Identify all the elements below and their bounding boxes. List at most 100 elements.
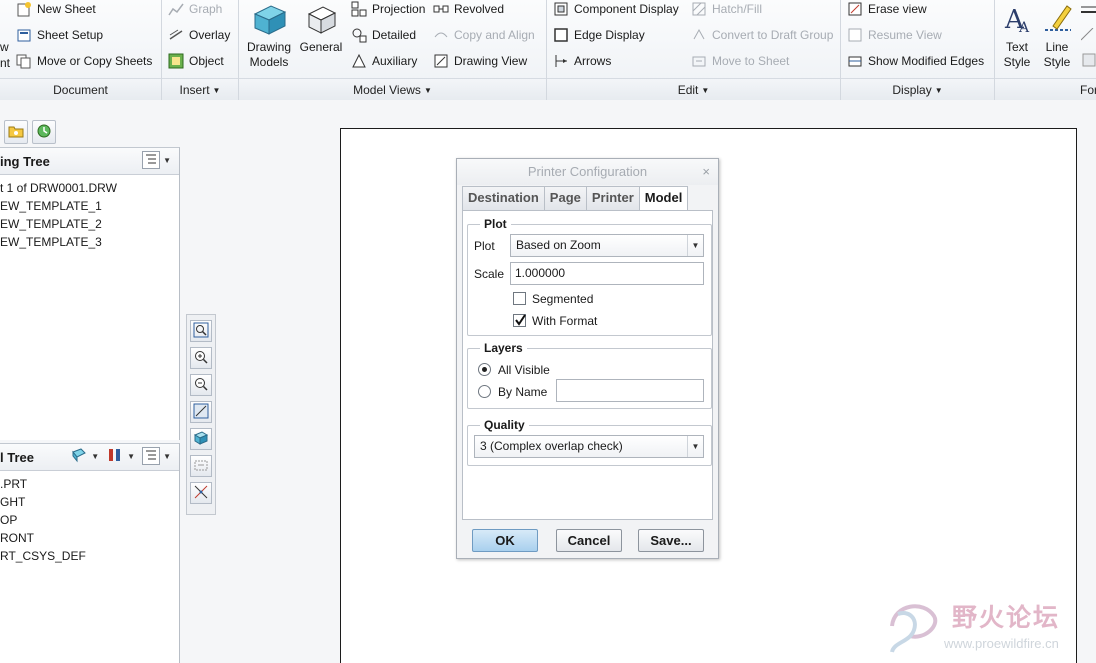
line-weight-icon[interactable]: [1081, 4, 1096, 20]
projection-button[interactable]: Projection: [351, 0, 425, 20]
repaint-button[interactable]: [190, 401, 212, 423]
new-sheet-button[interactable]: New Sheet: [16, 0, 96, 20]
tree-item[interactable]: OP: [0, 511, 179, 529]
component-display-button[interactable]: Component Display: [553, 0, 679, 20]
show-layers-icon: [71, 447, 87, 466]
ribbon-group-label-document[interactable]: Document: [0, 78, 161, 100]
ribbon-group-label-insert[interactable]: Insert ▼: [162, 78, 238, 100]
line-style-button[interactable]: Line Style: [1035, 2, 1079, 70]
annotation-display-button[interactable]: [190, 455, 212, 477]
move-copy-sheets-button[interactable]: Move or Copy Sheets: [16, 50, 152, 72]
auxiliary-button[interactable]: Auxiliary: [351, 50, 417, 72]
hatch-fill-button[interactable]: Hatch/Fill: [691, 0, 762, 20]
tab-destination[interactable]: Destination: [462, 186, 545, 210]
tree-item[interactable]: RT_CSYS_DEF: [0, 547, 179, 565]
overlay-button[interactable]: Overlay: [168, 24, 230, 46]
lower-tree-settings-button[interactable]: [142, 447, 161, 465]
text-style-button[interactable]: AA Text Style: [995, 2, 1039, 70]
quality-select[interactable]: 3 (Complex overlap check) ▼: [474, 435, 704, 458]
datum-display-button[interactable]: [190, 482, 212, 504]
tab-printer[interactable]: Printer: [585, 186, 640, 210]
general-view-label: General: [299, 40, 343, 54]
display-style-button[interactable]: [190, 428, 212, 450]
refit-button[interactable]: [190, 320, 212, 342]
close-icon[interactable]: ×: [702, 159, 710, 185]
folder-browser-button[interactable]: [4, 120, 28, 144]
zoom-in-button[interactable]: [190, 347, 212, 369]
object-button[interactable]: Object: [168, 50, 224, 72]
zoom-out-button[interactable]: [190, 374, 212, 396]
scale-input-value: 1.000000: [515, 266, 566, 280]
ok-button[interactable]: OK: [472, 529, 538, 552]
with-format-checkbox[interactable]: [513, 314, 526, 327]
tree-item[interactable]: t 1 of DRW0001.DRW: [0, 179, 179, 197]
cancel-button[interactable]: Cancel: [556, 529, 622, 552]
segmented-checkbox[interactable]: [513, 292, 526, 305]
tree-item[interactable]: EW_TEMPLATE_1: [0, 197, 179, 215]
segmented-label: Segmented: [532, 292, 594, 306]
tree-settings-dropdown-icon[interactable]: ▼: [163, 156, 171, 165]
overlay-icon: [168, 27, 184, 43]
by-name-radio[interactable]: [478, 385, 491, 398]
model-views-group-label: Model Views: [353, 83, 421, 97]
show-modified-edges-button[interactable]: Show Modified Edges: [847, 50, 984, 72]
line-pattern-icon[interactable]: [1081, 28, 1096, 44]
by-name-input[interactable]: [556, 379, 704, 402]
format-misc-icon[interactable]: [1081, 52, 1096, 68]
auxiliary-label: Auxiliary: [372, 54, 418, 68]
auxiliary-icon: [351, 53, 367, 69]
general-view-button[interactable]: General: [295, 2, 347, 55]
all-visible-radio[interactable]: [478, 363, 491, 376]
convert-to-draft-group-button[interactable]: Convert to Draft Group: [691, 24, 833, 46]
printer-configuration-dialog: Printer Configuration × Destination Page…: [456, 158, 719, 559]
list-settings-icon: [145, 449, 157, 464]
repaint-icon: [193, 403, 209, 422]
arrows-button[interactable]: Arrows: [553, 50, 611, 72]
show-button[interactable]: [70, 447, 88, 465]
save-button[interactable]: Save...: [638, 529, 704, 552]
edge-display-button[interactable]: Edge Display: [553, 24, 645, 46]
dialog-title: Printer Configuration: [527, 164, 648, 179]
sheet-setup-button[interactable]: Sheet Setup: [16, 24, 103, 46]
ribbon-group-label-format[interactable]: For: [995, 78, 1096, 100]
quality-group-legend: Quality: [484, 418, 525, 432]
dialog-title-bar[interactable]: Printer Configuration ×: [457, 159, 718, 185]
tree-item[interactable]: RONT: [0, 529, 179, 547]
graph-label: Graph: [189, 2, 223, 16]
tools-dropdown-icon[interactable]: ▼: [127, 452, 135, 461]
move-to-sheet-button[interactable]: Move to Sheet: [691, 50, 789, 72]
erase-view-button[interactable]: Erase view: [847, 0, 927, 20]
ribbon-group-label-model-views[interactable]: Model Views ▼: [239, 78, 546, 100]
copy-and-align-button[interactable]: Copy and Align: [433, 24, 535, 46]
favorites-button[interactable]: [32, 120, 56, 144]
scale-input[interactable]: 1.000000: [510, 262, 704, 285]
tab-page[interactable]: Page: [543, 186, 587, 210]
insert-dropdown-caret-icon: ▼: [212, 86, 221, 95]
text-style-icon: AA: [999, 2, 1035, 36]
tree-item[interactable]: EW_TEMPLATE_2: [0, 215, 179, 233]
ribbon-group-label-edit[interactable]: Edit ▼: [547, 78, 840, 100]
tools-button[interactable]: [106, 447, 124, 465]
plot-select-value: Based on Zoom: [516, 238, 601, 252]
revolved-button[interactable]: Revolved: [433, 0, 504, 20]
tree-item[interactable]: .PRT: [0, 475, 179, 493]
resume-view-button[interactable]: Resume View: [847, 24, 942, 46]
detailed-button[interactable]: Detailed: [351, 24, 416, 46]
lower-tree-settings-dropdown-icon[interactable]: ▼: [163, 452, 171, 461]
watermark-url: www.proewildfire.cn: [944, 636, 1059, 651]
drawing-view-button[interactable]: Drawing View: [433, 50, 527, 72]
tab-model[interactable]: Model: [638, 186, 689, 211]
drawing-models-button[interactable]: Drawing Models: [243, 2, 295, 70]
plot-label: Plot: [474, 239, 495, 253]
tree-settings-button[interactable]: [142, 151, 161, 169]
ribbon-group-label-display[interactable]: Display ▼: [841, 78, 994, 100]
tree-item[interactable]: GHT: [0, 493, 179, 511]
graph-button[interactable]: Graph: [168, 0, 222, 20]
tree-item[interactable]: EW_TEMPLATE_3: [0, 233, 179, 251]
detailed-label: Detailed: [372, 28, 417, 42]
component-display-label: Component Display: [574, 2, 679, 16]
display-dropdown-caret-icon: ▼: [934, 86, 943, 95]
document-group-label: Document: [53, 83, 108, 97]
plot-select[interactable]: Based on Zoom ▼: [510, 234, 704, 257]
show-dropdown-icon[interactable]: ▼: [91, 452, 99, 461]
